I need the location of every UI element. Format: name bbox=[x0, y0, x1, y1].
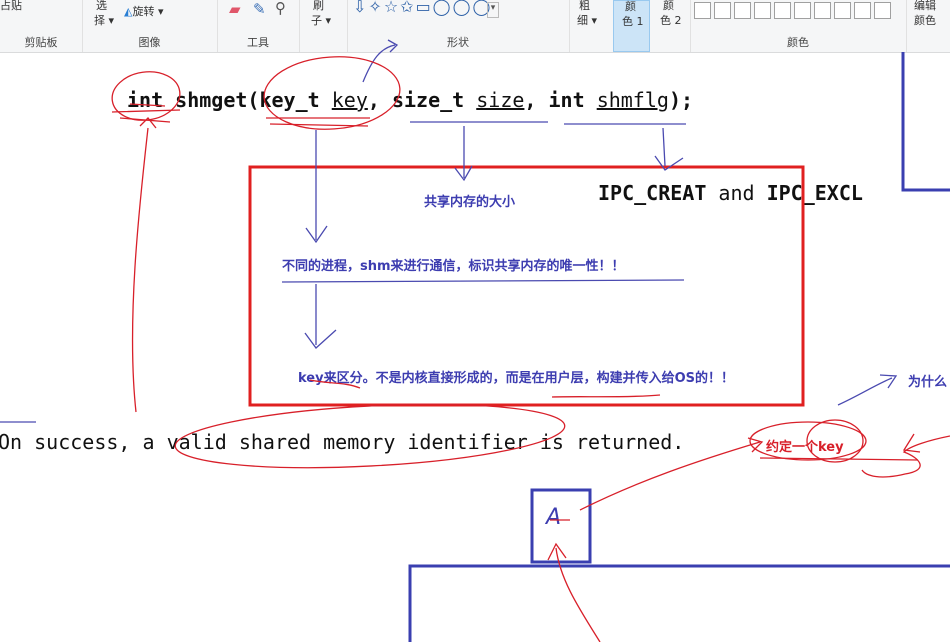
color-swatch[interactable] bbox=[814, 2, 831, 19]
size-group: 粗 细 ▾ bbox=[569, 0, 614, 52]
select-label-2: 择 bbox=[94, 14, 105, 27]
comma: , bbox=[524, 88, 537, 112]
color-swatch[interactable] bbox=[754, 2, 771, 19]
flag-param: shmflg bbox=[596, 88, 669, 112]
color-swatch[interactable] bbox=[694, 2, 711, 19]
paint-ribbon: 占贴 剪贴板 选 择 ▾ ◭旋转 ▾ 图像 ▰ ✎ ⚲ 工具 刷 子 ▾ ⇩✧☆… bbox=[0, 0, 950, 53]
clipboard-group-label: 剪贴板 bbox=[24, 36, 58, 49]
size-type: size_t bbox=[391, 88, 465, 112]
color-swatch[interactable] bbox=[714, 2, 731, 19]
color-swatch[interactable] bbox=[874, 2, 891, 19]
magnifier-icon[interactable]: ⚲ bbox=[275, 0, 286, 17]
color2-button[interactable]: 颜 色 2 bbox=[650, 0, 691, 52]
size-button-line2[interactable]: 细 ▾ bbox=[577, 12, 597, 28]
color-swatch[interactable] bbox=[794, 2, 811, 19]
color-swatch[interactable] bbox=[774, 2, 791, 19]
function-signature: int shmget(key_t key, size_t size, int s… bbox=[127, 88, 693, 112]
color2-label-2: 色 2 bbox=[660, 14, 682, 27]
color-swatch[interactable] bbox=[834, 2, 851, 19]
note-key-origin: key来区分。不是内核直接形成的，而是在用户层，构建并传入给OS的！！ bbox=[298, 371, 735, 386]
clipboard-group: 占贴 剪贴板 bbox=[0, 0, 83, 52]
rotate-label: 旋转 bbox=[132, 5, 155, 18]
image-group: 选 择 ▾ ◭旋转 ▾ 图像 bbox=[82, 0, 218, 52]
colors-group: 颜色 bbox=[690, 0, 907, 52]
color-picker-icon[interactable]: ✎ bbox=[253, 0, 266, 18]
edit-colors-button[interactable]: 编辑 颜色 bbox=[906, 0, 950, 52]
paste-button[interactable]: 占贴 bbox=[0, 0, 22, 13]
key-type: key_t bbox=[259, 88, 320, 112]
comma: , bbox=[367, 88, 380, 112]
flags-and: and bbox=[718, 181, 755, 205]
tools-group-label: 工具 bbox=[247, 36, 269, 49]
shapes-gallery[interactable]: ⇩✧☆✩▭◯◯◯ bbox=[353, 0, 492, 16]
shapes-more-button[interactable]: ▾ bbox=[487, 2, 499, 18]
ipc-creat: IPC_CREAT bbox=[598, 181, 707, 205]
note-why: 为什么 bbox=[908, 375, 948, 390]
tools-group: ▰ ✎ ⚲ 工具 bbox=[217, 0, 300, 52]
color-swatch[interactable] bbox=[734, 2, 751, 19]
eraser-icon[interactable]: ▰ bbox=[229, 0, 241, 18]
size-label-2: 细 bbox=[577, 14, 588, 27]
color-swatch[interactable] bbox=[854, 2, 871, 19]
note-shared-size: 共享内存的大小 bbox=[424, 195, 516, 210]
brushes-button-line2[interactable]: 子 ▾ bbox=[311, 12, 331, 28]
colors-group-label: 颜色 bbox=[787, 36, 809, 49]
rotate-button[interactable]: ◭旋转 ▾ bbox=[124, 3, 164, 19]
flag-type: int bbox=[548, 88, 585, 112]
brushes-group: 刷 子 ▾ bbox=[299, 0, 348, 52]
drawing-canvas[interactable] bbox=[0, 53, 950, 642]
brushes-label-2: 子 bbox=[311, 14, 322, 27]
note-unique: 不同的进程，shm来进行通信，标识共享内存的唯一性！！ bbox=[282, 259, 625, 274]
ipc-excl: IPC_EXCL bbox=[766, 181, 863, 205]
color1-button[interactable]: 颜 色 1 bbox=[613, 0, 650, 52]
size-param: size bbox=[476, 88, 525, 112]
return-type: int bbox=[127, 88, 164, 112]
note-letter-a: A bbox=[546, 505, 562, 530]
ipc-flags: IPC_CREAT and IPC_EXCL bbox=[598, 181, 863, 205]
return-description: On success, a valid shared memory identi… bbox=[0, 430, 685, 454]
key-param: key bbox=[331, 88, 368, 112]
shapes-group: ⇩✧☆✩▭◯◯◯ ▾ 形状 bbox=[347, 0, 570, 52]
image-group-label: 图像 bbox=[138, 36, 161, 49]
edit-colors-label-2: 颜色 bbox=[914, 14, 936, 27]
color1-label-2: 色 1 bbox=[622, 15, 644, 28]
close-paren: ); bbox=[668, 88, 694, 112]
function-name: shmget( bbox=[175, 88, 260, 112]
note-agree-key: 约定一个key bbox=[766, 440, 844, 455]
select-button-line2[interactable]: 择 ▾ bbox=[94, 12, 114, 28]
shapes-group-label: 形状 bbox=[447, 36, 469, 49]
color1-label-1: 颜 bbox=[625, 0, 636, 13]
